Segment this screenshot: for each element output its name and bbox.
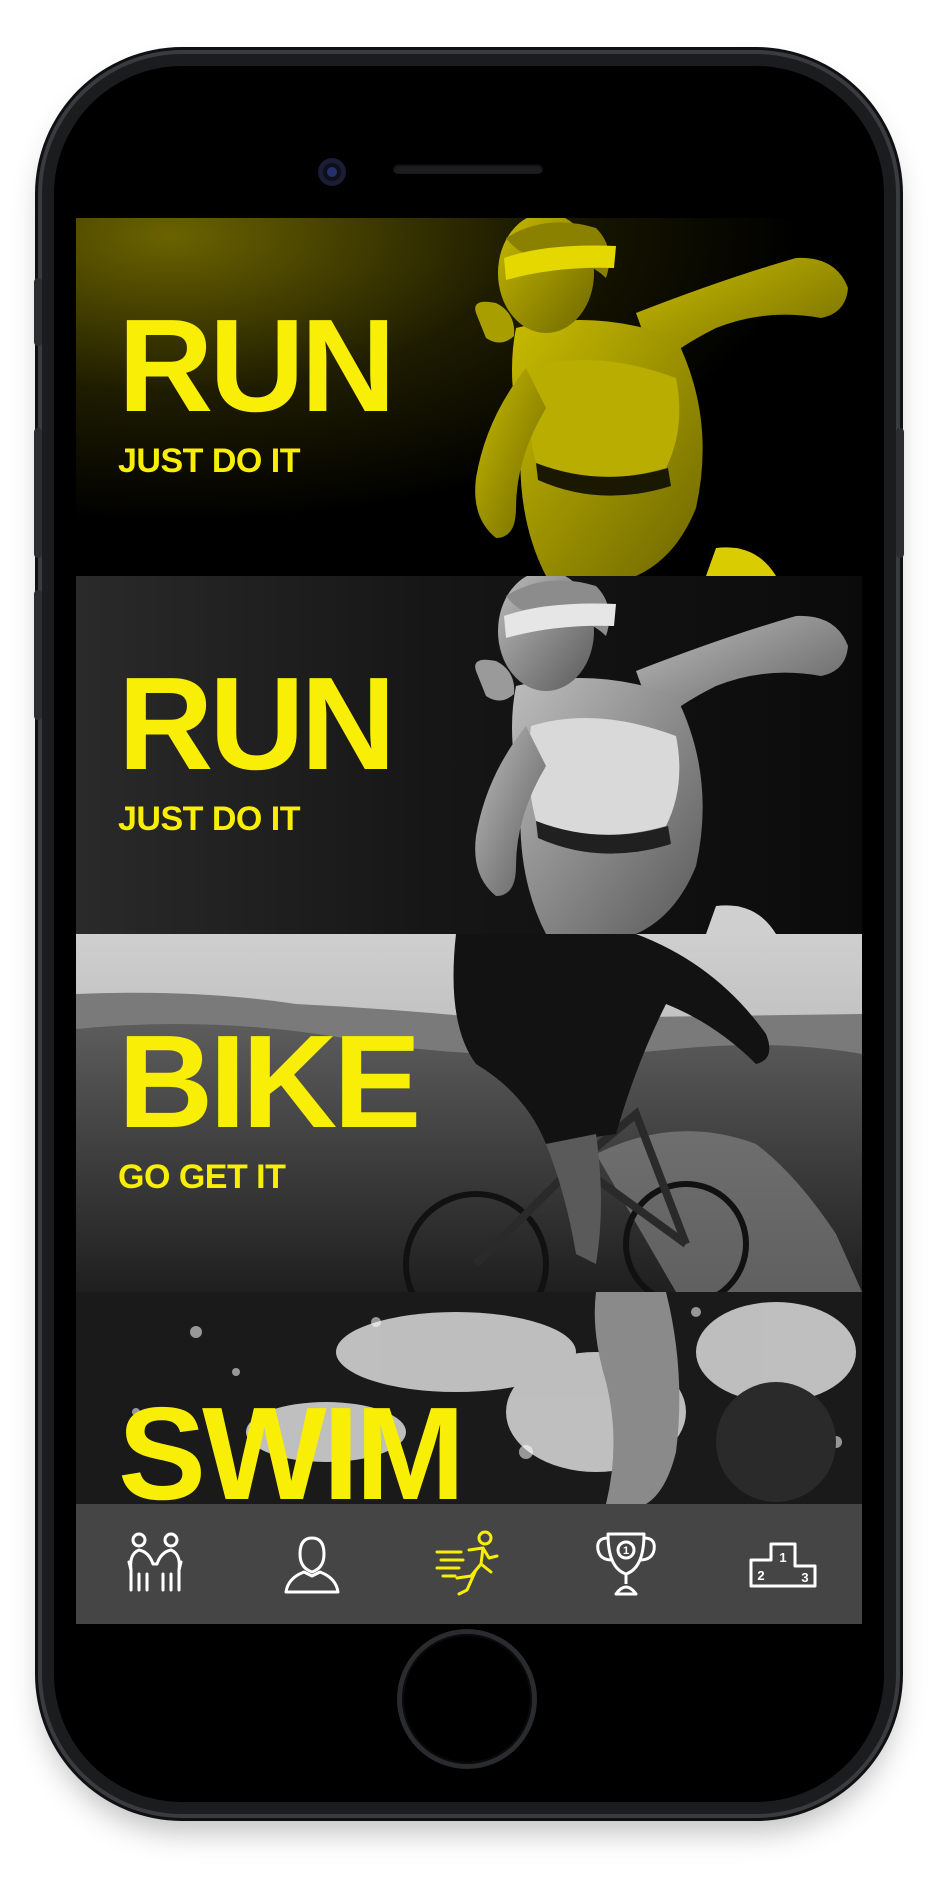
- svg-text:1: 1: [780, 1550, 787, 1565]
- run-panel-featured[interactable]: RUN JUST DO IT: [76, 218, 862, 576]
- trophy-icon: 1: [596, 1532, 656, 1596]
- earpiece-speaker: [393, 164, 543, 174]
- front-camera: [318, 158, 346, 186]
- tab-activity[interactable]: [414, 1514, 524, 1614]
- panel-title: RUN: [118, 292, 396, 439]
- panel-subtitle: JUST DO IT: [118, 800, 301, 838]
- volume-down-button: [34, 590, 42, 720]
- tab-trophies[interactable]: 1: [571, 1514, 681, 1614]
- panel-title: SWIM: [118, 1380, 465, 1505]
- mute-switch: [34, 278, 42, 346]
- profile-icon: [284, 1536, 340, 1594]
- tab-leaderboard[interactable]: 2 1 3: [728, 1514, 838, 1614]
- svg-text:3: 3: [802, 1570, 809, 1585]
- panel-subtitle: JUST DO IT: [118, 442, 301, 480]
- tab-community[interactable]: [100, 1514, 210, 1614]
- runner-icon: [435, 1530, 499, 1596]
- people-handshake-icon: [127, 1532, 183, 1592]
- run-panel[interactable]: RUN JUST DO IT: [76, 576, 862, 934]
- panel-subtitle: GO GET IT: [118, 1158, 286, 1196]
- app-screen: RUN JUST DO IT RUN JUST DO IT BIKE GO GE…: [76, 218, 862, 1624]
- swim-panel[interactable]: SWIM: [76, 1292, 862, 1504]
- svg-text:2: 2: [758, 1568, 765, 1583]
- volume-up-button: [34, 428, 42, 558]
- home-button[interactable]: [402, 1634, 532, 1764]
- bottom-tab-bar: 1 2 1 3: [76, 1504, 862, 1624]
- panel-title: RUN: [118, 650, 396, 797]
- svg-text:1: 1: [623, 1545, 629, 1557]
- panel-title: BIKE: [118, 1008, 421, 1155]
- tab-profile[interactable]: [257, 1514, 367, 1614]
- podium-icon: 2 1 3: [749, 1542, 817, 1588]
- bike-panel[interactable]: BIKE GO GET IT: [76, 934, 862, 1292]
- power-button: [896, 428, 904, 558]
